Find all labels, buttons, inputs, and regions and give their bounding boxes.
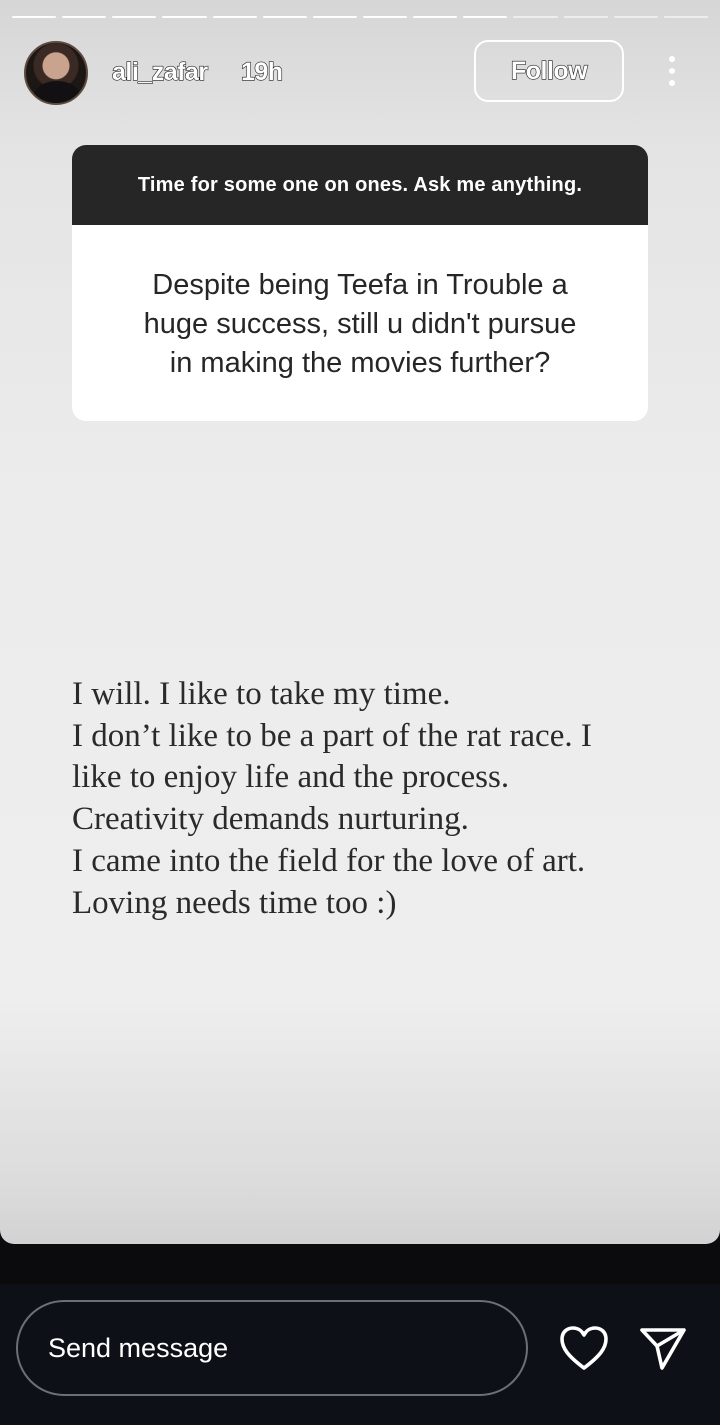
story-canvas[interactable]: ali_zafar 19h Follow Time for some one o…: [0, 0, 720, 1244]
progress-segment: [312, 16, 357, 18]
question-prompt: Time for some one on ones. Ask me anythi…: [72, 145, 648, 225]
progress-segment: [613, 16, 658, 18]
avatar[interactable]: [24, 41, 88, 105]
post-time: 19h: [240, 57, 283, 86]
question-sticker[interactable]: Time for some one on ones. Ask me anythi…: [72, 145, 648, 421]
progress-segment: [212, 16, 257, 18]
answer-line: Loving needs time too :): [72, 884, 397, 921]
progress-segment: [513, 16, 558, 18]
heart-icon[interactable]: [558, 1324, 610, 1372]
progress-segment: [563, 16, 608, 18]
progress-segment: [413, 16, 458, 18]
story-header: ali_zafar 19h Follow: [0, 40, 720, 106]
answer-text: I will. I like to take my time. I don’t …: [72, 674, 692, 924]
progress-segment: [463, 16, 508, 18]
question-line: Despite being Teefa in Trouble a: [152, 269, 568, 301]
progress-segment: [663, 16, 708, 18]
answer-line: like to enjoy life and the process.: [72, 759, 510, 796]
progress-segment: [112, 16, 157, 18]
progress-segment: [62, 16, 107, 18]
answer-line: I will. I like to take my time.: [72, 676, 451, 712]
answer-line: I don’t like to be a part of the rat rac…: [72, 717, 592, 754]
progress-segment: [12, 16, 57, 18]
question-line: huge success, still u didn't pursue: [143, 308, 577, 340]
answer-line: Creativity demands nurturing.: [72, 801, 469, 838]
send-icon[interactable]: [638, 1324, 688, 1372]
username[interactable]: ali_zafar: [111, 57, 208, 87]
progress-segment: [162, 16, 207, 18]
progress-segment: [363, 16, 408, 18]
question-text: Despite being Teefa in Trouble a huge su…: [72, 225, 648, 383]
send-message-input[interactable]: [16, 1300, 528, 1396]
more-options-icon[interactable]: [660, 54, 684, 88]
story-progress-bar: [12, 16, 708, 22]
reply-bar: [0, 1284, 720, 1425]
answer-line: I came into the field for the love of ar…: [72, 842, 586, 879]
progress-segment: [262, 16, 307, 18]
follow-button[interactable]: Follow: [474, 40, 624, 102]
question-line: in making the movies further?: [169, 347, 551, 379]
